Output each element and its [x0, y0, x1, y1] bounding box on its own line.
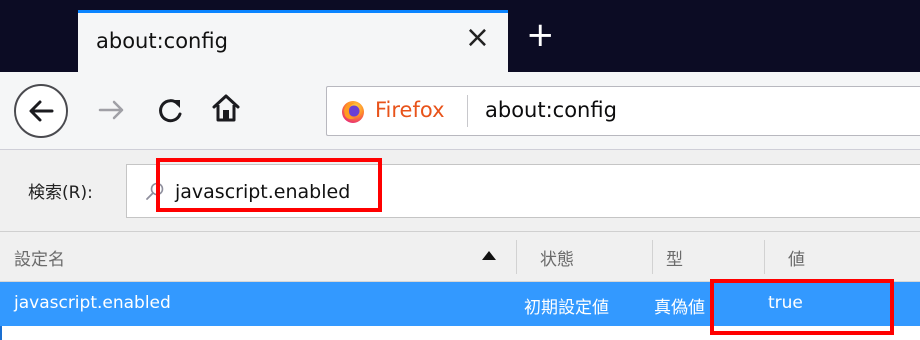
config-search-bar: 検索(R): javascript.enabled: [0, 150, 920, 232]
column-header-name[interactable]: 設定名: [14, 245, 65, 270]
column-divider[interactable]: [516, 240, 517, 274]
reload-icon[interactable]: [156, 94, 186, 126]
column-divider[interactable]: [764, 240, 765, 274]
highlight-box-search: [156, 158, 382, 212]
highlight-box-value: [710, 279, 894, 335]
home-icon[interactable]: [210, 92, 242, 124]
tab-about-config[interactable]: about:config ×: [78, 10, 508, 72]
sort-ascending-icon: [482, 251, 496, 260]
pref-name-cell: javascript.enabled: [14, 293, 171, 313]
column-header-value[interactable]: 値: [788, 245, 805, 270]
column-header-type[interactable]: 型: [666, 245, 683, 270]
url-text[interactable]: about:config: [485, 98, 617, 122]
pref-status-cell: 初期設定値: [524, 298, 609, 318]
tab-close-icon[interactable]: ×: [465, 23, 490, 53]
table-header: 設定名 状態 型 値: [0, 232, 920, 282]
pref-type-cell: 真偽値: [654, 298, 705, 318]
forward-arrow-icon[interactable]: [96, 94, 128, 126]
search-label: 検索(R):: [28, 183, 93, 203]
tab-title: about:config: [96, 29, 228, 53]
address-bar[interactable]: Firefox about:config: [326, 86, 920, 136]
back-button[interactable]: [14, 84, 68, 138]
column-divider[interactable]: [652, 240, 653, 274]
column-header-status[interactable]: 状態: [540, 245, 574, 270]
back-arrow-icon: [29, 100, 54, 122]
navigation-toolbar: Firefox about:config: [0, 72, 920, 150]
tab-strip: about:config × +: [0, 0, 920, 72]
identity-label: Firefox: [375, 98, 445, 122]
urlbar-divider: [467, 95, 468, 127]
new-tab-icon[interactable]: +: [526, 18, 555, 52]
firefox-logo-icon: [342, 101, 364, 123]
